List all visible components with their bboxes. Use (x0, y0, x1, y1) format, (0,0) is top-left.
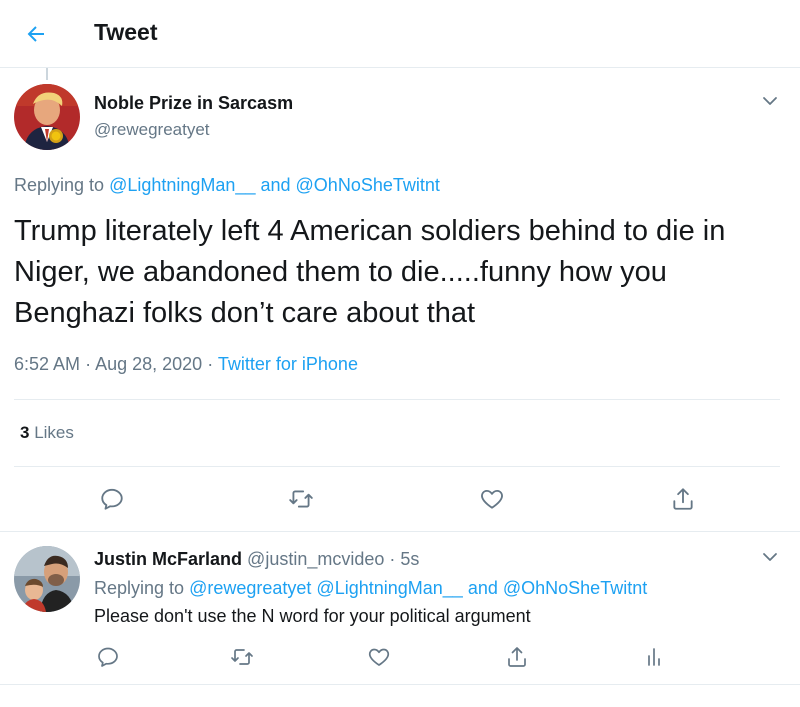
analytics-button[interactable] (642, 645, 666, 669)
tweet-time[interactable]: 5s (400, 549, 419, 569)
replying-to-label: Replying to (14, 175, 105, 195)
replying-to-label: Replying to (94, 578, 185, 598)
likes-count: 3 (20, 423, 30, 442)
tweet-meta: 6:52 AM · Aug 28, 2020 · Twitter for iPh… (14, 354, 358, 375)
tweet-time[interactable]: 6:52 AM (14, 354, 80, 374)
meta-separator: · (85, 354, 92, 374)
mention-link[interactable]: @rewegreatyet (189, 578, 311, 598)
replying-and: and (467, 578, 498, 598)
retweet-icon (231, 649, 253, 665)
mention-link[interactable]: @OhNoSheTwitnt (296, 175, 440, 195)
avatar[interactable] (14, 84, 80, 150)
divider (0, 531, 800, 532)
like-button[interactable] (479, 486, 505, 512)
reply-icon (101, 488, 123, 510)
likes-label: Likes (34, 423, 74, 442)
thread-connector-line (46, 68, 48, 80)
author-handle[interactable]: @rewegreatyet (94, 120, 210, 140)
header-bar: Tweet (0, 0, 800, 68)
back-button[interactable] (14, 12, 58, 56)
like-button[interactable] (367, 645, 391, 669)
author-name[interactable]: Noble Prize in Sarcasm (94, 93, 293, 114)
retweet-button[interactable] (229, 645, 255, 669)
tweet-date[interactable]: Aug 28, 2020 (95, 354, 202, 374)
reply-button[interactable] (96, 645, 120, 669)
avatar-image (14, 84, 80, 150)
back-arrow-icon (27, 26, 44, 42)
analytics-icon (648, 648, 660, 666)
replying-to-line: Replying to @LightningMan__ and @OhNoShe… (14, 175, 440, 196)
share-button[interactable] (505, 644, 529, 670)
mention-link[interactable]: @LightningMan__ (316, 578, 462, 598)
retweet-button[interactable] (287, 486, 315, 512)
replying-to-line: Replying to @rewegreatyet @LightningMan_… (94, 578, 647, 599)
more-options-button[interactable] (758, 545, 782, 569)
reply-button[interactable] (99, 486, 125, 512)
share-icon (673, 488, 693, 510)
page-title: Tweet (94, 19, 158, 45)
author-name[interactable]: Justin McFarland (94, 549, 242, 569)
share-icon (508, 647, 526, 667)
reply-header: Justin McFarland @justin_mcvideo · 5s (94, 549, 419, 570)
replying-and: and (260, 175, 291, 195)
divider (14, 399, 780, 400)
mention-link[interactable]: @LightningMan__ (109, 175, 255, 195)
likes-stat[interactable]: 3 Likes (20, 423, 74, 443)
chevron-down-icon (763, 553, 777, 561)
divider (14, 466, 780, 467)
author-handle[interactable]: @justin_mcvideo (247, 549, 384, 569)
tweet-text: Trump literately left 4 American soldier… (14, 215, 726, 329)
meta-separator: · (389, 549, 396, 569)
divider (0, 684, 800, 685)
reply-icon (98, 647, 118, 667)
like-icon (481, 489, 503, 509)
mention-link[interactable]: @OhNoSheTwitnt (503, 578, 647, 598)
like-icon (368, 648, 390, 666)
share-button[interactable] (670, 485, 696, 513)
more-options-button[interactable] (758, 89, 782, 113)
avatar[interactable] (14, 546, 80, 612)
tweet-source[interactable]: Twitter for iPhone (218, 354, 358, 374)
retweet-icon (289, 490, 313, 508)
avatar-image (14, 546, 80, 612)
tweet-text: Please don't use the N word for your pol… (94, 606, 531, 626)
meta-separator: · (207, 354, 214, 374)
chevron-down-icon (763, 97, 777, 105)
